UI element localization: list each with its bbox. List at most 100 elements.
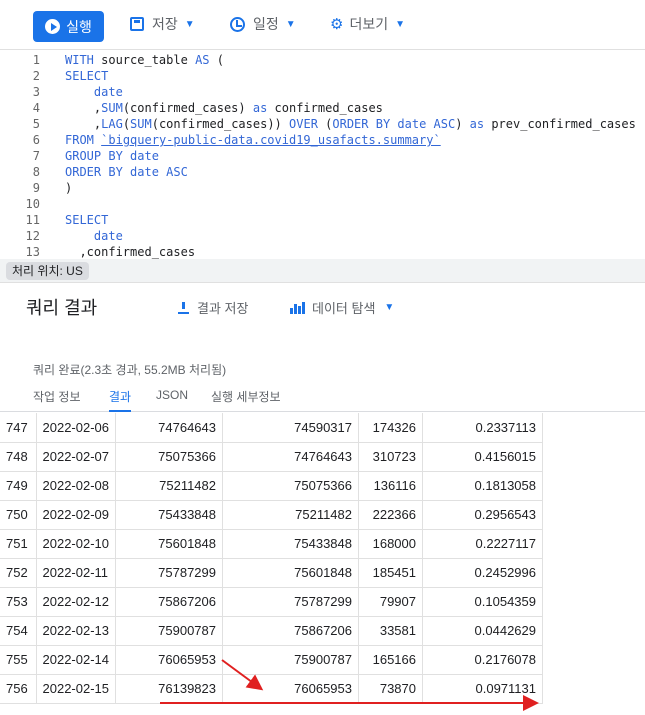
- table-cell: 75433848: [115, 500, 223, 530]
- line-number: 13: [25, 245, 40, 259]
- run-button[interactable]: 실행: [33, 11, 104, 42]
- line-number: 1: [32, 53, 40, 67]
- line-number: 5: [32, 117, 40, 131]
- download-icon: [178, 301, 189, 314]
- row-number-cell: 752: [0, 558, 37, 588]
- results-table: 747 2022-02-06 74764643 74590317 174326 0.233…: [0, 413, 645, 715]
- table-cell: 2022-02-15: [36, 674, 116, 704]
- results-tabs: 작업 정보 결과 JSON 실행 세부정보: [0, 385, 645, 412]
- code-line: 11 SELECT: [0, 212, 645, 228]
- location-bar: 처리 위치: US: [0, 259, 645, 283]
- tab-job-info[interactable]: 작업 정보: [33, 388, 81, 411]
- code-line: 3 date: [0, 84, 645, 100]
- table-cell: 75787299: [222, 587, 359, 617]
- chart-icon: [290, 301, 305, 314]
- code-text: SELECT: [65, 213, 109, 227]
- query-status: 쿼리 완료(2.3초 경과, 55.2MB 처리됨): [33, 363, 227, 377]
- table-cell: 2022-02-06: [36, 413, 116, 443]
- code-line: 7 GROUP BY date: [0, 148, 645, 164]
- code-line: 8 ORDER BY date ASC: [0, 164, 645, 180]
- save-label: 저장: [152, 16, 178, 32]
- code-text: ,LAG(SUM(confirmed_cases)) OVER (ORDER B…: [65, 117, 636, 131]
- schedule-menu[interactable]: 일정 ▼: [230, 14, 296, 34]
- table-cell: 2022-02-10: [36, 529, 116, 559]
- table-cell: 74764643: [222, 442, 359, 472]
- table-cell: 174326: [358, 413, 423, 443]
- table-cell: 75867206: [115, 587, 223, 617]
- table-cell: 75900787: [222, 645, 359, 675]
- explore-data-button[interactable]: 데이터 탐색 ▼: [290, 298, 394, 317]
- table-cell: 79907: [358, 587, 423, 617]
- line-number: 9: [32, 181, 40, 195]
- table-cell: 2022-02-14: [36, 645, 116, 675]
- code-line: 2 SELECT: [0, 68, 645, 84]
- code-text: WITH source_table AS (: [65, 53, 224, 67]
- table-cell: 75601848: [222, 558, 359, 588]
- row-number-cell: 747: [0, 413, 37, 443]
- chevron-down-icon: ▼: [184, 18, 195, 30]
- code-line: 6 FROM `bigquery-public-data.covid19_usaf…: [0, 132, 645, 148]
- line-number: 8: [32, 165, 40, 179]
- code-text: ORDER BY date ASC: [65, 165, 188, 179]
- tab-json[interactable]: JSON: [156, 388, 188, 408]
- code-line: 13 ,confirmed_cases: [0, 244, 645, 260]
- save-results-button[interactable]: 결과 저장: [178, 298, 248, 317]
- table-row: 752 2022-02-11 75787299 75601848 185451 0.245…: [0, 558, 543, 588]
- save-icon: [130, 17, 144, 31]
- table-cell: 74590317: [222, 413, 359, 443]
- table-cell: 0.4156015: [422, 442, 543, 472]
- table-cell: 2022-02-07: [36, 442, 116, 472]
- save-menu[interactable]: 저장 ▼: [130, 14, 195, 34]
- row-number-cell: 753: [0, 587, 37, 617]
- table-cell: 0.2176078: [422, 645, 543, 675]
- code-text: SELECT: [65, 69, 109, 83]
- line-number: 3: [32, 85, 40, 99]
- table-cell: 2022-02-11: [36, 558, 116, 588]
- line-number: 10: [25, 197, 40, 211]
- sql-editor[interactable]: 1 WITH source_table AS (2 SELECT 3 date 4 ,S…: [0, 50, 645, 259]
- table-cell: 0.2956543: [422, 500, 543, 530]
- table-cell: 74764643: [115, 413, 223, 443]
- table-cell: 136116: [358, 471, 423, 501]
- table-cell: 2022-02-09: [36, 500, 116, 530]
- table-cell: 76139823: [115, 674, 223, 704]
- tab-execution-details[interactable]: 실행 세부정보: [211, 388, 281, 411]
- table-row: 756 2022-02-15 76139823 76065953 73870 0.0971…: [0, 674, 543, 704]
- row-number-cell: 754: [0, 616, 37, 646]
- table-row: 753 2022-02-12 75867206 75787299 79907 0.1054…: [0, 587, 543, 617]
- table-cell: 75211482: [115, 471, 223, 501]
- tab-results[interactable]: 결과: [109, 388, 132, 412]
- table-cell: 33581: [358, 616, 423, 646]
- table-cell: 0.0442629: [422, 616, 543, 646]
- table-cell: 0.1813058: [422, 471, 543, 501]
- code-text: date: [93, 229, 123, 243]
- gear-icon: ⚙: [330, 16, 344, 33]
- table-cell: 0.2227117: [422, 529, 543, 559]
- table-cell: 73870: [358, 674, 423, 704]
- more-label: 더보기: [349, 16, 389, 32]
- row-number-cell: 750: [0, 500, 37, 530]
- table-cell: 75867206: [222, 616, 359, 646]
- line-number: 7: [32, 149, 40, 163]
- save-results-label: 결과 저장: [197, 301, 249, 316]
- code-line: 4 ,SUM(confirmed_cases) as confirmed_cas…: [0, 100, 645, 116]
- table-cell: 168000: [358, 529, 423, 559]
- more-menu[interactable]: ⚙ 더보기 ▼: [330, 14, 405, 34]
- results-title: 쿼리 결과: [26, 298, 98, 318]
- table-row: 747 2022-02-06 74764643 74590317 174326 0.233…: [0, 413, 543, 443]
- table-cell: 75787299: [115, 558, 223, 588]
- line-number: 2: [32, 69, 40, 83]
- table-row: 749 2022-02-08 75211482 75075366 136116 0.181…: [0, 471, 543, 501]
- table-row: 754 2022-02-13 75900787 75867206 33581 0.0442…: [0, 616, 543, 646]
- table-cell: 310723: [358, 442, 423, 472]
- table-cell: 75433848: [222, 529, 359, 559]
- chevron-down-icon: ▼: [395, 18, 405, 30]
- table-row: 751 2022-02-10 75601848 75433848 168000 0.222…: [0, 529, 543, 559]
- table-cell: 75211482: [222, 500, 359, 530]
- row-number-cell: 748: [0, 442, 37, 472]
- code-text: FROM `bigquery-public-data.covid19_usafa…: [65, 133, 441, 147]
- line-number: 4: [32, 101, 40, 115]
- code-text: ,confirmed_cases: [65, 245, 196, 259]
- table-row: 750 2022-02-09 75433848 75211482 222366 0.295…: [0, 500, 543, 530]
- processing-location-chip: 처리 위치: US: [6, 262, 89, 280]
